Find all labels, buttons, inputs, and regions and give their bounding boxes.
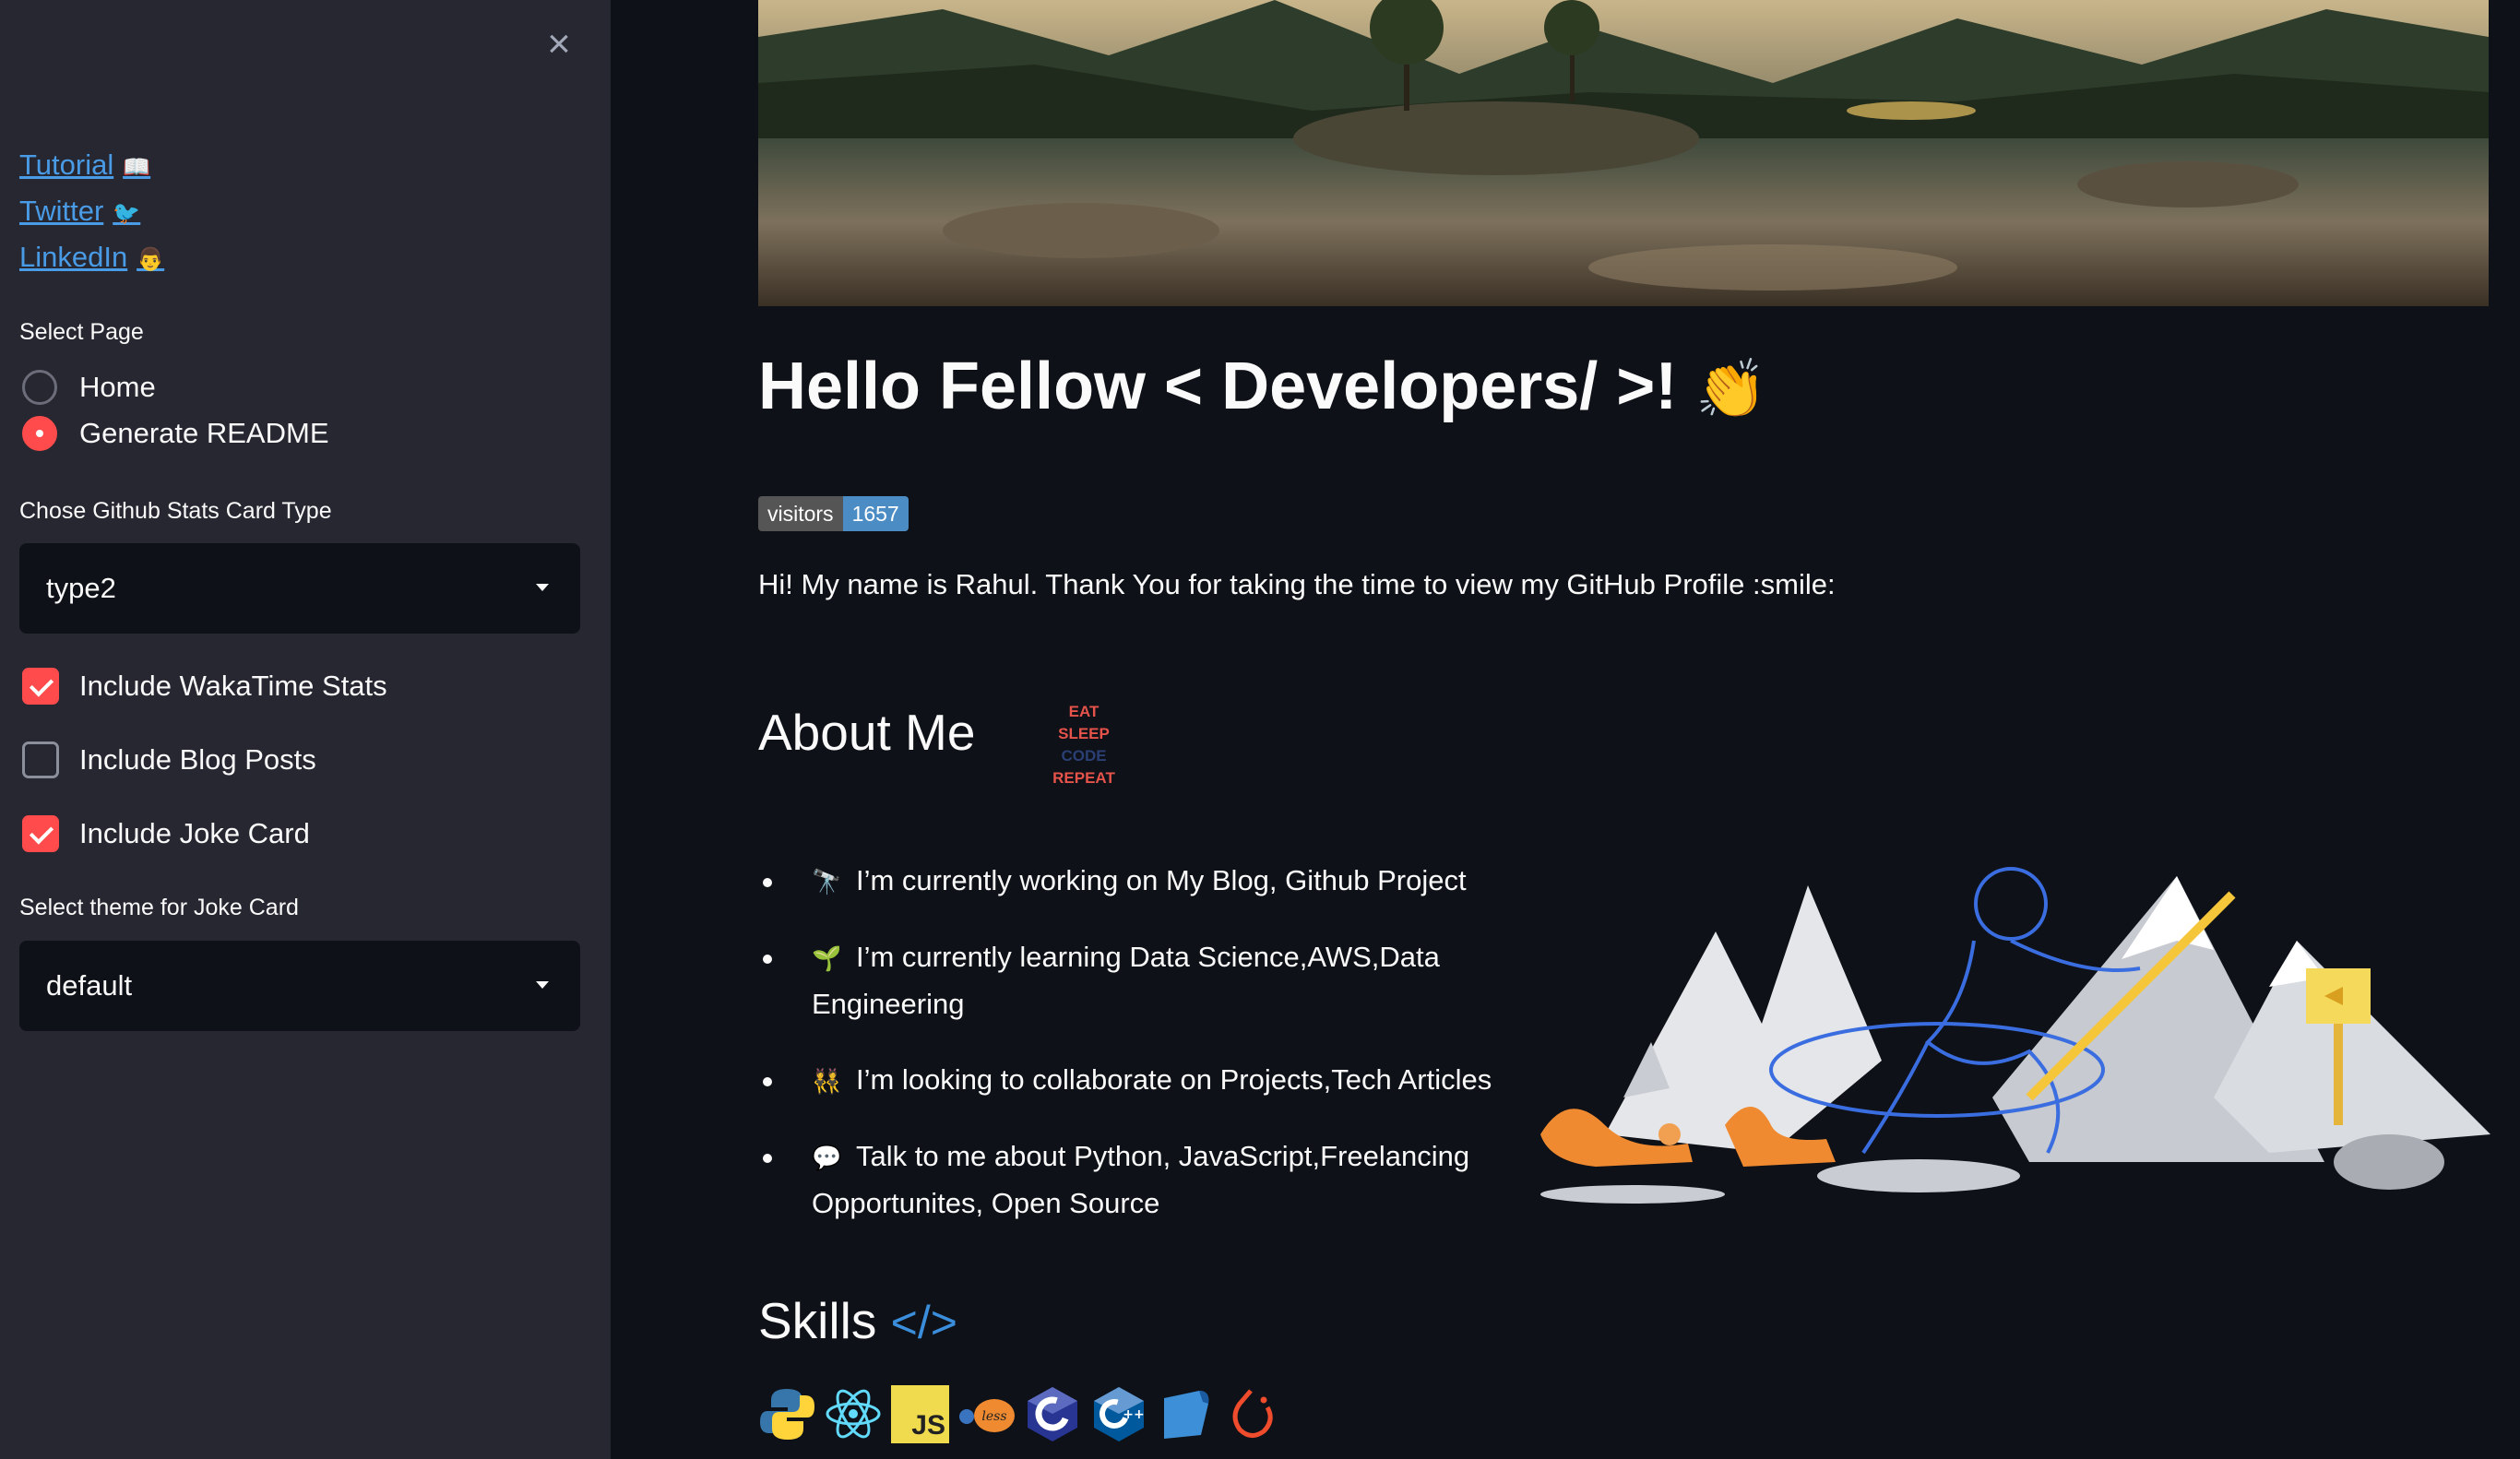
joke-theme-label: Select theme for Joke Card: [19, 895, 299, 920]
c-icon: [1024, 1385, 1082, 1443]
list-item: 💬 Talk to me about Python, JavaScript,Fre…: [758, 1133, 1542, 1227]
radio-home-label: Home: [79, 371, 156, 403]
chevron-down-icon: [536, 584, 549, 591]
sidebar: × Tutorial 📖 Twitter 🐦 LinkedIn 👨 Select Pa…: [0, 0, 611, 1459]
list-item: 👯 I’m looking to collaborate on Projects,…: [758, 1057, 1542, 1104]
linkedin-link-label: LinkedIn: [19, 241, 128, 273]
people-icon: 👯: [812, 1067, 842, 1095]
octocat-mountains-image: [1540, 867, 2490, 1204]
pytorch-icon: [1223, 1385, 1281, 1443]
radio-circle[interactable]: [22, 370, 57, 405]
close-sidebar-icon[interactable]: ×: [541, 24, 577, 65]
joke-theme-select[interactable]: default: [19, 941, 580, 1031]
twitter-link-label: Twitter: [19, 195, 104, 227]
checkbox-wakatime[interactable]: Include WakaTime Stats: [22, 666, 387, 706]
about-list: 🔭 I’m currently working on My Blog, Githu…: [758, 858, 1542, 1256]
less-icon: less: [957, 1385, 1016, 1443]
eat-sleep-code-repeat-image: EAT SLEEP CODE REPEAT: [1033, 701, 1135, 789]
react-icon: [825, 1385, 883, 1443]
checkbox-blog-posts-label: Include Blog Posts: [79, 743, 316, 776]
tutorial-link[interactable]: Tutorial 📖: [19, 144, 164, 190]
octocat-illustration: [1531, 858, 2490, 1208]
clapping-hands-icon: 👏: [1695, 358, 1767, 421]
list-item: 🔭 I’m currently working on My Blog, Githu…: [758, 858, 1542, 905]
chevron-down-icon: [536, 981, 549, 989]
code-text: CODE: [1061, 747, 1107, 765]
eat-text: EAT: [1068, 703, 1100, 720]
radio-home[interactable]: Home: [22, 367, 156, 408]
radio-generate-readme-label: Generate README: [79, 417, 329, 449]
sidebar-links: Tutorial 📖 Twitter 🐦 LinkedIn 👨: [19, 144, 164, 282]
visitors-badge-label: visitors: [758, 496, 843, 531]
stats-card-type-select[interactable]: type2: [19, 543, 580, 634]
list-item-text: I’m currently working on My Blog, Github…: [856, 864, 1467, 896]
list-item-text: I’m looking to collaborate on Projects,T…: [856, 1063, 1492, 1096]
visitors-badge: visitors 1657: [758, 496, 909, 531]
list-item: 🌱 I’m currently learning Data Science,AWS…: [758, 934, 1542, 1027]
intro-text: Hi! My name is Rahul. Thank You for taki…: [758, 568, 1836, 600]
sleep-text: SLEEP: [1058, 725, 1110, 742]
skills-heading-text: Skills: [758, 1292, 877, 1349]
checkbox-unchecked[interactable]: [22, 741, 59, 778]
visitors-badge-count: 1657: [842, 496, 909, 531]
code-icon: </>: [890, 1297, 957, 1348]
checkbox-checked[interactable]: [22, 815, 59, 852]
list-item-text: Talk to me about Python, JavaScript,Free…: [812, 1140, 1470, 1219]
checkbox-wakatime-label: Include WakaTime Stats: [79, 670, 387, 702]
checkbox-blog-posts[interactable]: Include Blog Posts: [22, 740, 316, 780]
book-icon: 📖: [123, 155, 151, 180]
stats-card-type-value: type2: [46, 572, 116, 604]
linkedin-link[interactable]: LinkedIn 👨: [19, 236, 164, 282]
list-item-text: I’m currently learning Data Science,AWS,…: [812, 941, 1440, 1020]
checkbox-joke-card[interactable]: Include Joke Card: [22, 813, 310, 854]
about-me-heading: About Me: [758, 704, 976, 761]
checkbox-checked[interactable]: [22, 668, 59, 705]
stats-card-type-label: Chose Github Stats Card Type: [19, 498, 332, 524]
repeat-text: REPEAT: [1052, 769, 1115, 787]
banner-image: [758, 0, 2489, 306]
joke-theme-value: default: [46, 969, 133, 1002]
javascript-icon-text: JS: [911, 1410, 945, 1441]
svg-text:less: less: [981, 1409, 1006, 1424]
checkbox-joke-card-label: Include Joke Card: [79, 817, 310, 849]
cplusplus-icon: ++: [1090, 1385, 1148, 1443]
bird-icon: 🐦: [113, 201, 141, 226]
tutorial-link-label: Tutorial: [19, 148, 114, 181]
speech-bubble-icon: 💬: [812, 1144, 842, 1171]
twitter-link[interactable]: Twitter 🐦: [19, 190, 164, 236]
technologist-icon: 👨: [137, 247, 165, 272]
skills-icons: JS less ++: [758, 1385, 1281, 1443]
radio-circle-selected[interactable]: [22, 416, 57, 451]
page-title-text: Hello Fellow < Developers/ >!: [758, 350, 1678, 423]
javascript-icon: JS: [891, 1385, 949, 1443]
lake-landscape-image: [758, 0, 2489, 306]
page-title: Hello Fellow < Developers/ >! 👏: [758, 349, 1767, 424]
telescope-icon: 🔭: [812, 868, 842, 896]
svg-text:++: ++: [1123, 1407, 1144, 1422]
select-page-label: Select Page: [19, 319, 144, 345]
scikit-learn-icon: [1157, 1385, 1215, 1443]
skills-heading: Skills </>: [758, 1291, 957, 1350]
radio-generate-readme[interactable]: Generate README: [22, 413, 329, 454]
python-icon: [758, 1385, 816, 1443]
seedling-icon: 🌱: [812, 944, 842, 972]
